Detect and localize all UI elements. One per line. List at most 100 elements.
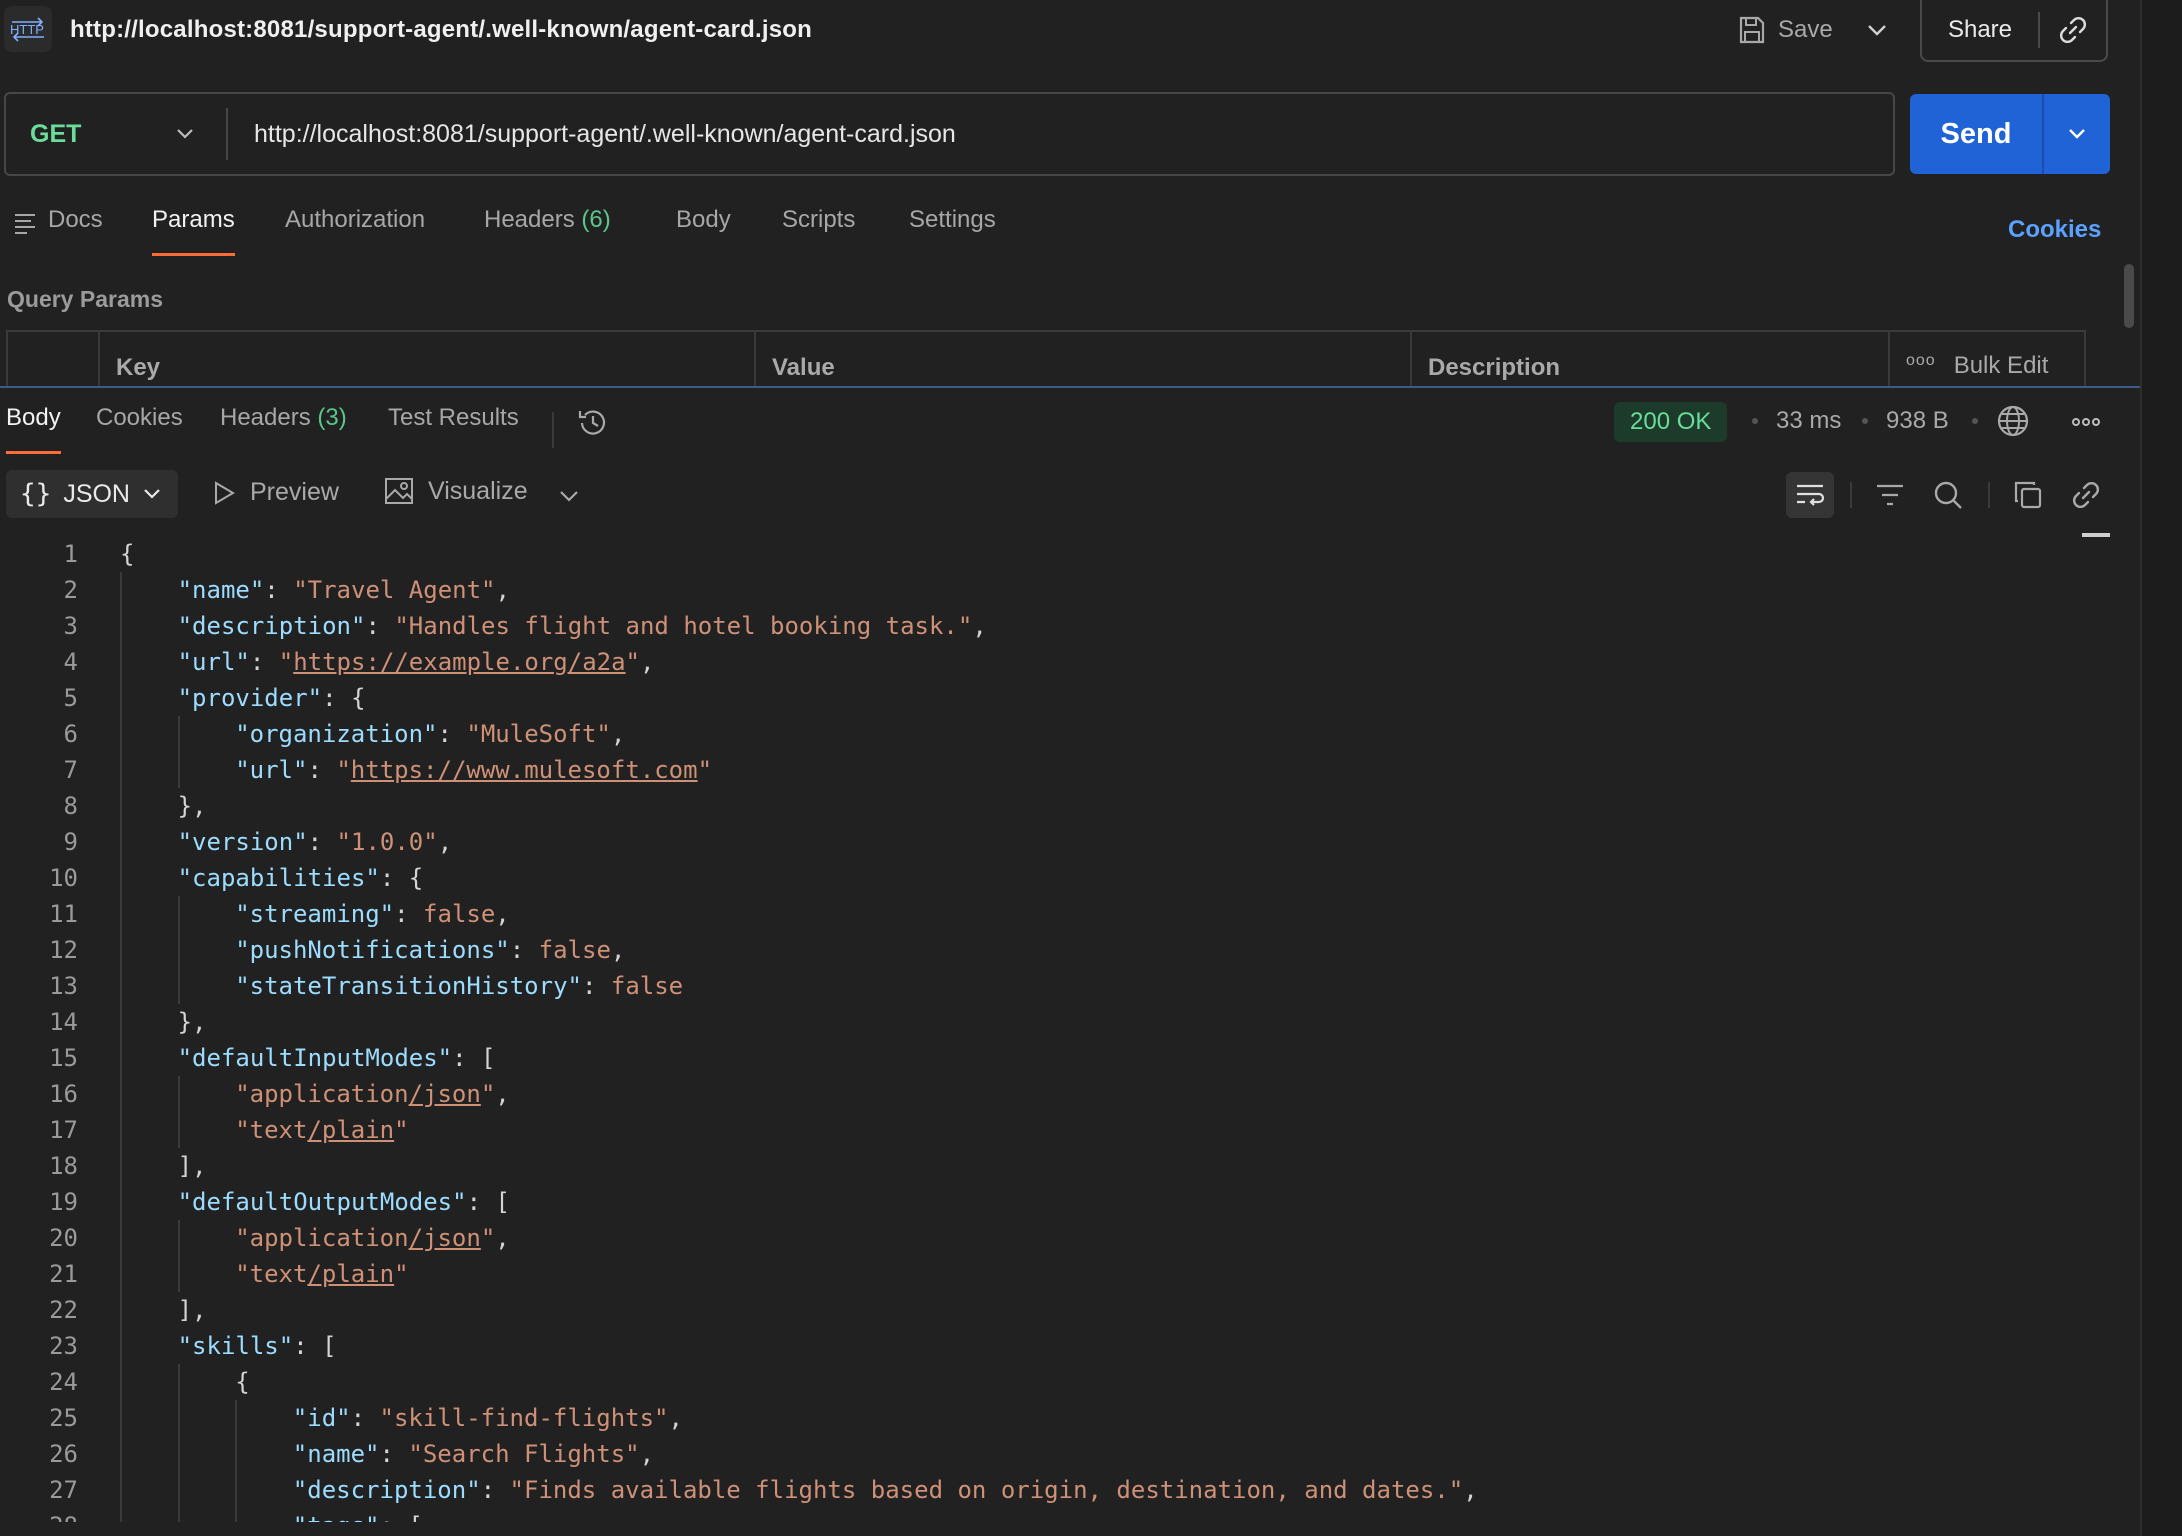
save-label: Save: [1778, 16, 1833, 43]
tab-docs[interactable]: Docs: [14, 206, 103, 256]
query-params-title: Query Params: [7, 286, 163, 312]
json-link[interactable]: https://www.mulesoft.com: [351, 756, 698, 784]
code-text: "skills": [: [178, 1328, 337, 1364]
http-request-icon: HTTP: [4, 6, 52, 52]
search-button[interactable]: [1924, 472, 1972, 518]
code-line: 3 "description": "Handles flight and hote…: [0, 608, 2082, 644]
tab-settings[interactable]: Settings: [909, 206, 996, 256]
tab-params[interactable]: Params: [152, 206, 235, 256]
indent-guide: [177, 968, 180, 1004]
json-key: "stateTransitionHistory": [235, 972, 582, 1000]
code-line: 18],: [0, 1148, 2082, 1184]
visualize-button[interactable]: Visualize: [384, 476, 528, 506]
json-link[interactable]: /json: [409, 1224, 481, 1252]
method-select[interactable]: GET: [6, 108, 228, 160]
toolbar-separator: [1850, 482, 1852, 508]
response-headers-count: (3): [317, 404, 347, 431]
json-value: "text: [235, 1260, 308, 1288]
line-number: 27: [49, 1476, 78, 1504]
indent-guide: [177, 896, 180, 932]
json-value: "skill-find-flights": [379, 1404, 669, 1432]
indent-guide: [120, 1076, 122, 1112]
json-value: "application: [235, 1080, 409, 1108]
tab-test-results[interactable]: Test Results: [388, 404, 519, 454]
globe-icon[interactable]: [1996, 404, 2030, 438]
code-text: },: [178, 788, 207, 824]
more-options-icon[interactable]: [2070, 412, 2102, 432]
request-title[interactable]: http://localhost:8081/support-agent/.wel…: [70, 16, 812, 44]
send-options-button[interactable]: [2044, 94, 2110, 174]
indent-guide: [235, 1508, 238, 1522]
json-key: "organization": [235, 720, 438, 748]
response-time[interactable]: 33 ms: [1776, 407, 1841, 435]
code-text: "provider": {: [178, 680, 366, 716]
send-button[interactable]: Send: [1910, 94, 2044, 174]
tab-scripts[interactable]: Scripts: [782, 206, 855, 256]
response-size[interactable]: 938 B: [1886, 407, 1949, 435]
status-badge[interactable]: 200 OK: [1614, 402, 1728, 442]
line-number: 26: [49, 1440, 78, 1468]
json-value: "Search Flights": [408, 1440, 640, 1468]
code-line: 16 "application/json",: [0, 1076, 2082, 1112]
bulk-edit-button[interactable]: Bulk Edit: [1954, 352, 2049, 388]
indent-guide: [120, 1328, 122, 1364]
history-icon[interactable]: [576, 406, 610, 440]
chevron-down-icon: [144, 489, 160, 499]
save-options-chevron-icon[interactable]: [1862, 16, 1892, 44]
tab-response-cookies[interactable]: Cookies: [96, 404, 183, 454]
json-link[interactable]: /plain: [307, 1116, 394, 1144]
format-select[interactable]: {} JSON: [6, 470, 178, 518]
code-line: 27 "description": "Finds available flight…: [0, 1472, 2082, 1508]
share-button[interactable]: Share: [1922, 12, 2040, 48]
json-punctuation: ,: [639, 1440, 655, 1468]
indent-guide: [177, 1508, 180, 1522]
copy-link-button[interactable]: [2062, 472, 2110, 518]
code-line: 6 "organization": "MuleSoft",: [0, 716, 2082, 752]
copy-button[interactable]: [2004, 472, 2052, 518]
json-link[interactable]: https://example.org/a2a: [293, 648, 625, 676]
key-column-header: Key: [100, 332, 756, 388]
tab-body[interactable]: Body: [676, 206, 731, 256]
code-text: "application/json",: [235, 1220, 510, 1256]
tab-authorization[interactable]: Authorization: [285, 206, 425, 256]
preview-button[interactable]: Preview: [212, 478, 339, 507]
line-number: 22: [49, 1296, 78, 1324]
json-key: "id": [292, 1404, 351, 1432]
line-number: 16: [49, 1080, 78, 1108]
request-scrollbar[interactable]: [2124, 264, 2134, 328]
save-icon: [1739, 16, 1765, 44]
response-body-editor[interactable]: 1{2 "name": "Travel Agent", 3 "description"…: [0, 536, 2082, 1522]
tab-response-body[interactable]: Body: [6, 404, 61, 454]
more-options-icon[interactable]: ooo: [1906, 352, 1936, 388]
code-text: "stateTransitionHistory": false: [235, 968, 683, 1004]
save-button[interactable]: Save: [1738, 14, 1833, 46]
tab-response-headers[interactable]: Headers (3): [220, 404, 347, 454]
json-punctuation: :: [307, 756, 337, 784]
word-wrap-button[interactable]: [1786, 472, 1834, 518]
filter-button[interactable]: [1866, 472, 1914, 518]
image-icon: [385, 478, 413, 504]
json-value: ": [394, 1260, 409, 1288]
cookies-link[interactable]: Cookies: [2008, 216, 2101, 244]
json-value: "text: [235, 1116, 308, 1144]
json-link[interactable]: /plain: [307, 1260, 394, 1288]
json-value: false: [610, 972, 684, 1000]
line-number: 9: [63, 828, 78, 856]
url-input[interactable]: [228, 108, 1893, 160]
code-line: 7 "url": "https://www.mulesoft.com": [0, 752, 2082, 788]
json-punctuation: :: [307, 828, 337, 856]
code-text: "name": "Search Flights",: [293, 1436, 654, 1472]
json-punctuation: ,: [972, 612, 987, 640]
copy-link-button[interactable]: [2040, 0, 2106, 60]
copy-icon: [2014, 481, 2042, 509]
indent-guide: [177, 752, 180, 788]
tab-headers[interactable]: Headers (6): [484, 206, 611, 256]
chevron-down-icon[interactable]: [556, 484, 582, 508]
code-text: "organization": "MuleSoft",: [235, 716, 625, 752]
json-value: ": [480, 1080, 496, 1108]
code-line: 26 "name": "Search Flights",: [0, 1436, 2082, 1472]
indent-guide: [120, 572, 122, 608]
minimap-marker[interactable]: [2082, 533, 2110, 537]
pane-divider[interactable]: [0, 386, 2140, 388]
json-link[interactable]: /json: [409, 1080, 481, 1108]
